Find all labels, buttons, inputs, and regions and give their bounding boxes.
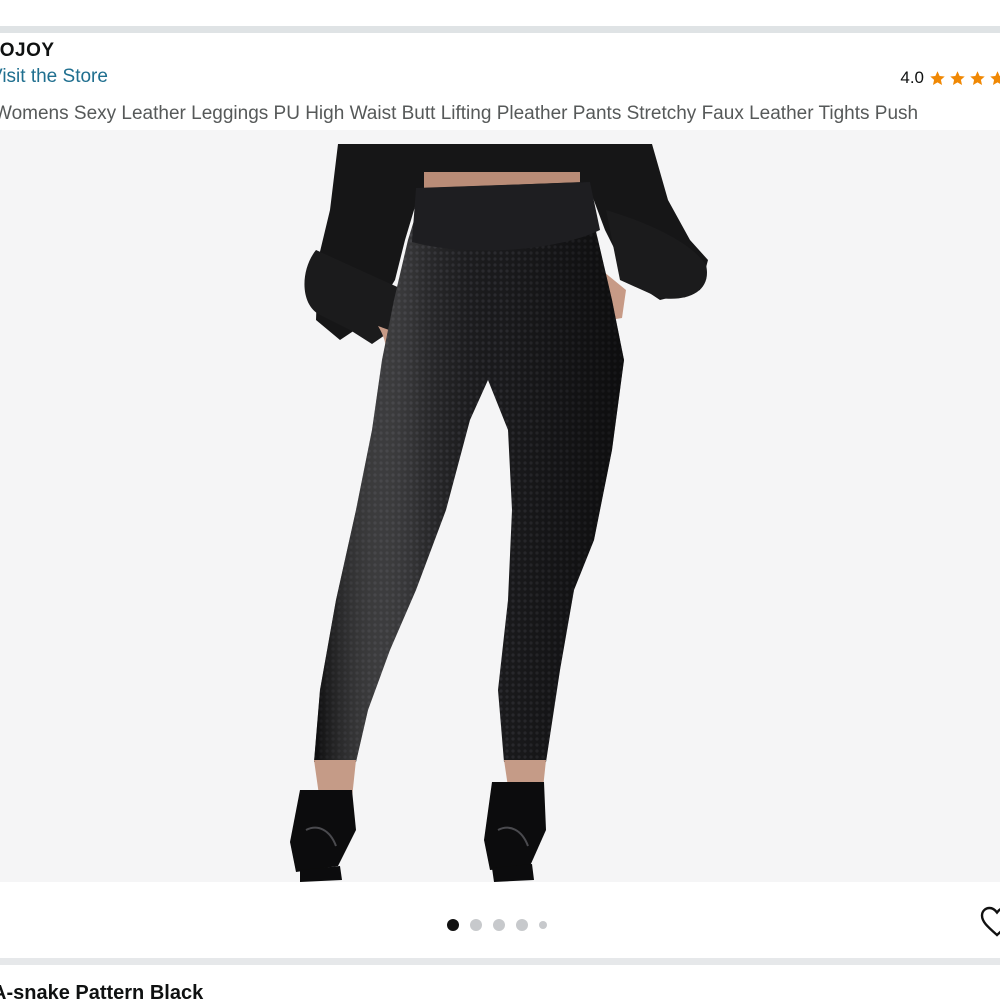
product-photo: [290, 144, 708, 882]
carousel-dots: [447, 919, 547, 931]
product-title: Womens Sexy Leather Leggings PU High Wai…: [0, 103, 919, 124]
carousel-dot[interactable]: [470, 919, 482, 931]
selected-variant-label: A-snake Pattern Black: [0, 982, 204, 1000]
section-divider: [0, 958, 1000, 965]
carousel-dot[interactable]: [539, 921, 547, 929]
brand-name: IOJOY: [0, 40, 55, 61]
star-icon: [990, 70, 1000, 85]
carousel-dot[interactable]: [516, 919, 528, 931]
carousel-dot[interactable]: [493, 919, 505, 931]
image-carousel: [0, 882, 1000, 960]
star-icon: [930, 70, 945, 85]
star-icon: [950, 70, 965, 85]
rating-value: 4.0: [900, 68, 924, 87]
rating-summary[interactable]: 4.0: [900, 68, 1000, 88]
section-divider: [0, 26, 1000, 33]
carousel-dot[interactable]: [447, 919, 459, 931]
product-image[interactable]: [0, 130, 1000, 882]
star-icon: [970, 70, 985, 85]
visit-store-link[interactable]: Visit the Store: [0, 66, 108, 88]
heart-icon[interactable]: [980, 906, 1000, 938]
